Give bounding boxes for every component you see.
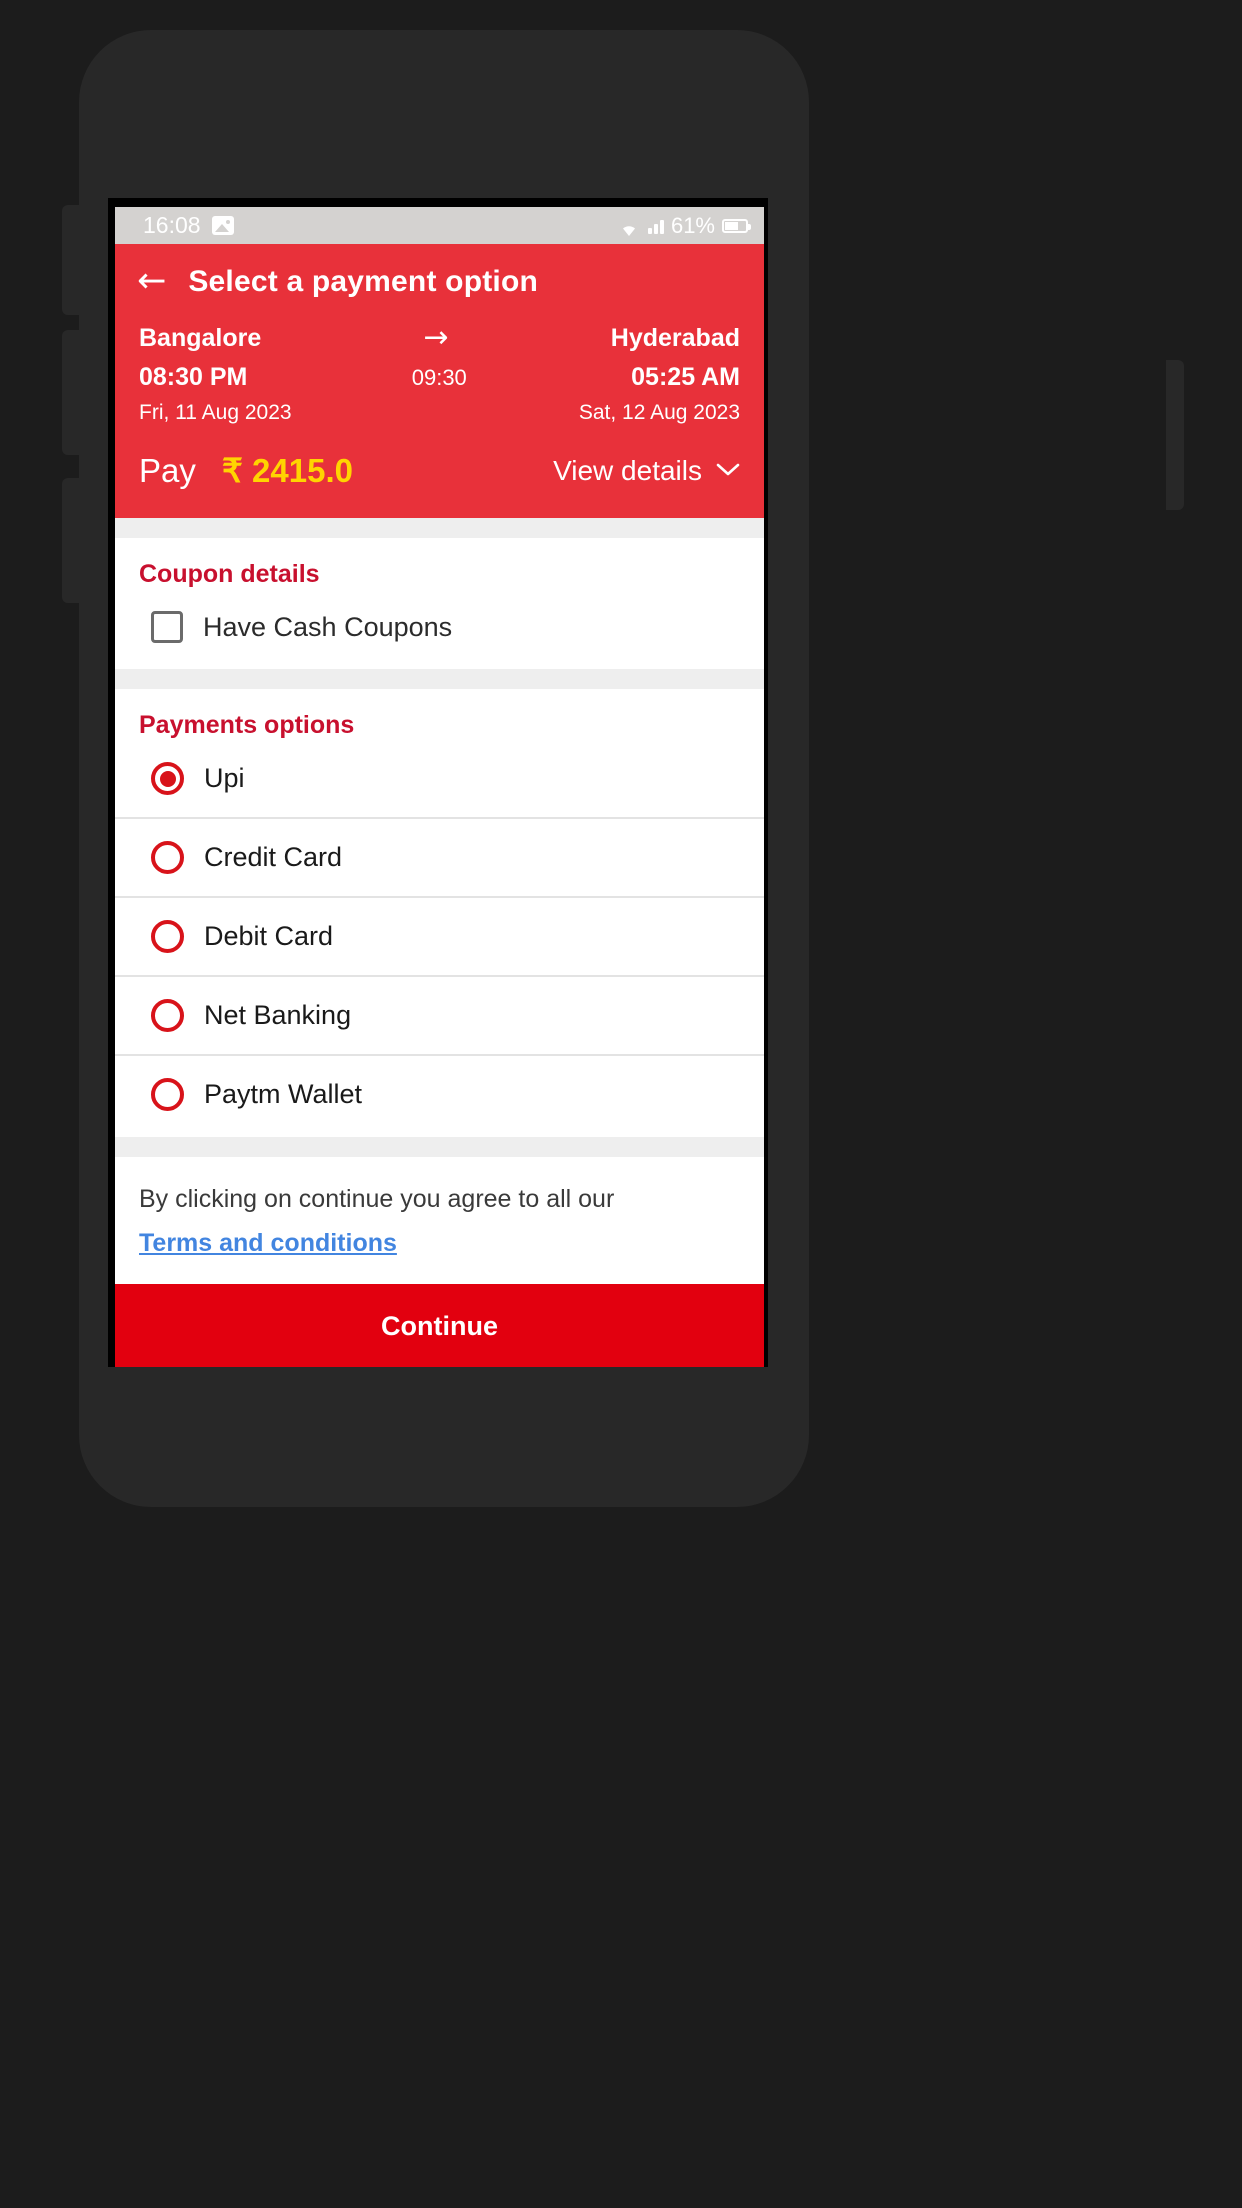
arrival-time: 05:25 AM bbox=[631, 363, 740, 391]
payment-option-label: Paytm Wallet bbox=[204, 1079, 363, 1109]
journey-arrow-icon: → bbox=[423, 320, 449, 355]
payment-option-upi[interactable]: Upi bbox=[115, 740, 764, 819]
have-cash-coupons-checkbox[interactable] bbox=[151, 611, 183, 643]
payment-option-label: Upi bbox=[204, 763, 245, 793]
have-cash-coupons-row[interactable]: Have Cash Coupons bbox=[115, 589, 764, 669]
chevron-down-icon bbox=[716, 458, 740, 483]
coupon-section: Coupon details Have Cash Coupons bbox=[115, 538, 764, 669]
payment-option-net-banking[interactable]: Net Banking bbox=[115, 977, 764, 1056]
phone-volume-up-button[interactable] bbox=[62, 205, 80, 315]
battery-percent-label: 61% bbox=[670, 212, 715, 238]
phone-screen: 16:08 61% ← Select a payment option Bang… bbox=[108, 198, 768, 1367]
payment-option-label: Credit Card bbox=[204, 842, 343, 872]
have-cash-coupons-label: Have Cash Coupons bbox=[203, 611, 453, 642]
phone-bixby-button[interactable] bbox=[62, 478, 80, 603]
payment-option-label: Net Banking bbox=[204, 1000, 352, 1030]
app-bar: ← Select a payment option bbox=[115, 244, 764, 305]
payment-option-debit-card[interactable]: Debit Card bbox=[115, 898, 764, 977]
radio-paytm-wallet[interactable] bbox=[151, 1078, 184, 1111]
destination-city: Hyderabad bbox=[610, 323, 740, 352]
header-red-panel: ← Select a payment option Bangalore → Hy… bbox=[115, 244, 764, 518]
pay-amount: ₹ 2415.0 bbox=[221, 452, 353, 489]
view-details-button[interactable]: View details bbox=[553, 455, 740, 487]
phone-power-button[interactable] bbox=[1166, 360, 1184, 510]
payment-option-credit-card[interactable]: Credit Card bbox=[115, 819, 764, 898]
section-gap-1 bbox=[115, 518, 764, 538]
payment-options-list: Upi Credit Card Debit Card Net Banking P… bbox=[115, 740, 764, 1137]
origin-city: Bangalore bbox=[139, 323, 262, 352]
pay-label: Pay bbox=[139, 451, 196, 489]
terms-agreement-text: By clicking on continue you agree to all… bbox=[139, 1185, 615, 1213]
radio-credit-card[interactable] bbox=[151, 841, 184, 874]
signal-bars-icon bbox=[647, 217, 664, 234]
section-gap-3 bbox=[115, 1137, 764, 1157]
departure-time: 08:30 PM bbox=[139, 363, 248, 391]
radio-debit-card[interactable] bbox=[151, 920, 184, 953]
status-time: 16:08 bbox=[143, 212, 201, 238]
payments-section-title: Payments options bbox=[139, 711, 355, 739]
departure-date: Fri, 11 Aug 2023 bbox=[139, 401, 292, 424]
pay-summary-row: Pay ₹ 2415.0 View details bbox=[115, 425, 764, 514]
section-gap-2 bbox=[115, 669, 764, 689]
payment-option-paytm-wallet[interactable]: Paytm Wallet bbox=[115, 1056, 764, 1133]
journey-summary: Bangalore → Hyderabad 08:30 PM 09:30 05:… bbox=[115, 305, 764, 425]
screenshot-stage: 16:08 61% ← Select a payment option Bang… bbox=[0, 0, 1242, 2208]
page-title: Select a payment option bbox=[188, 264, 539, 298]
wifi-icon bbox=[617, 217, 641, 236]
arrival-date: Sat, 12 Aug 2023 bbox=[578, 401, 740, 424]
terms-section: By clicking on continue you agree to all… bbox=[115, 1157, 764, 1284]
payments-section: Payments options Upi Credit Card Debit C… bbox=[115, 689, 764, 1137]
terms-and-conditions-link[interactable]: Terms and conditions bbox=[139, 1229, 397, 1258]
continue-button[interactable]: Continue bbox=[115, 1283, 764, 1367]
coupon-section-title: Coupon details bbox=[139, 560, 320, 588]
chevron-glyph bbox=[716, 463, 740, 476]
payment-option-label: Debit Card bbox=[204, 921, 334, 951]
radio-upi[interactable] bbox=[151, 762, 184, 795]
back-arrow-icon[interactable]: ← bbox=[137, 264, 166, 299]
wifi-glyph bbox=[622, 225, 635, 236]
phone-volume-down-button[interactable] bbox=[62, 330, 80, 455]
view-details-label: View details bbox=[553, 454, 702, 486]
journey-duration: 09:30 bbox=[411, 364, 467, 390]
status-bar: 16:08 61% bbox=[115, 207, 764, 244]
radio-net-banking[interactable] bbox=[151, 999, 184, 1032]
image-icon bbox=[211, 216, 234, 235]
battery-icon bbox=[722, 218, 751, 233]
